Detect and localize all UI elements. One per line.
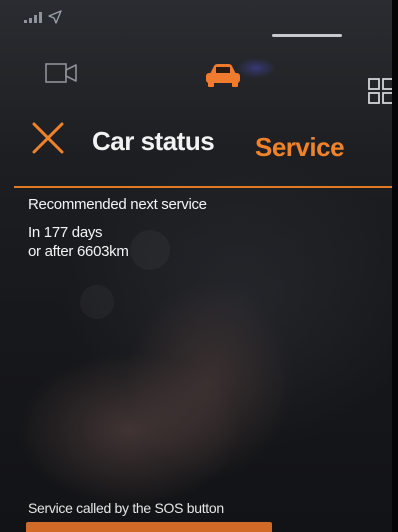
- next-service-heading: Recommended next service: [28, 196, 207, 213]
- signal-icon: [24, 11, 42, 23]
- navigation-arrow-icon: [48, 10, 62, 24]
- close-icon[interactable]: [30, 120, 66, 156]
- tab-service[interactable]: Service: [255, 132, 345, 163]
- service-days-remaining: In 177 days: [28, 224, 103, 241]
- screen-smudge: [80, 285, 114, 319]
- car-status-screen: Car status Service Recommended next serv…: [0, 0, 398, 532]
- top-icon-bar: [0, 58, 398, 104]
- camera-icon[interactable]: [44, 60, 80, 86]
- service-distance-remaining: or after 6603km: [28, 243, 129, 260]
- screen-bezel: [392, 0, 398, 532]
- page-title: Car status: [92, 126, 215, 156]
- header-divider: [14, 186, 392, 188]
- status-bar: [24, 10, 62, 24]
- sos-service-button[interactable]: [26, 522, 272, 532]
- pull-down-handle[interactable]: [272, 34, 342, 37]
- next-service-section: Recommended next service In 177 days or …: [28, 196, 368, 261]
- car-icon[interactable]: [202, 62, 244, 90]
- app-grid-icon[interactable]: [368, 78, 394, 104]
- sos-service-label: Service called by the SOS button: [28, 500, 224, 516]
- page-header: Car status Service: [0, 112, 398, 184]
